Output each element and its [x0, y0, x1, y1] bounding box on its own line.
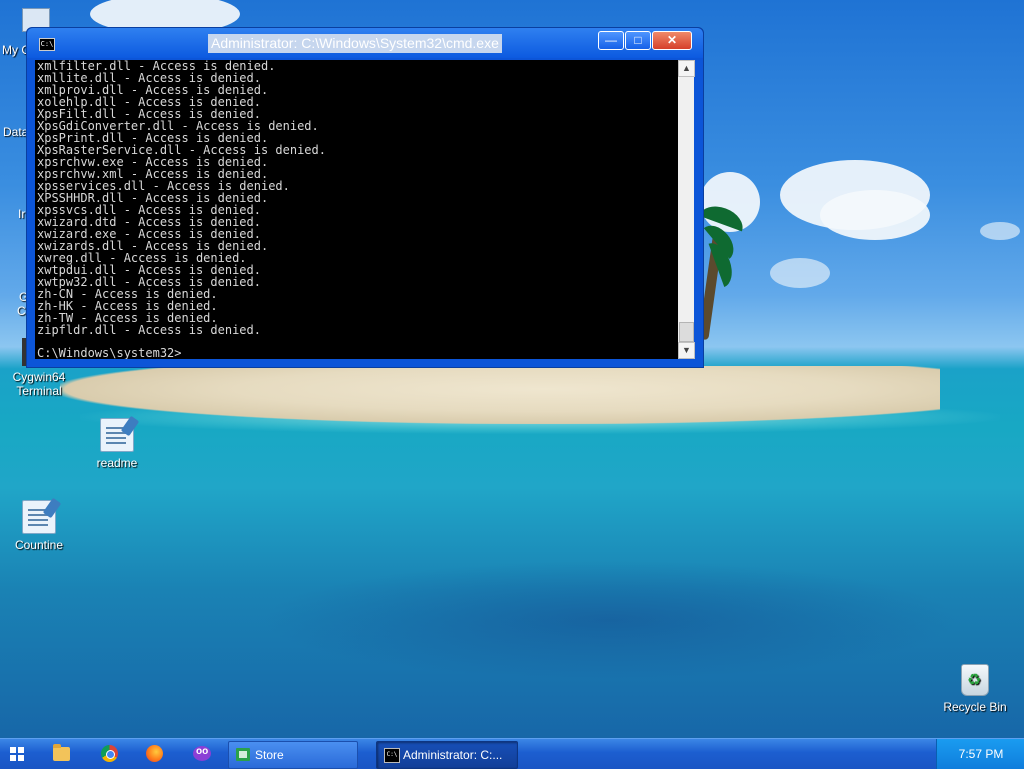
- recycle-bin-icon: [961, 664, 989, 696]
- taskbar-button-label: Store: [255, 748, 284, 762]
- store-icon: [236, 748, 250, 761]
- scroll-thumb[interactable]: [679, 322, 694, 342]
- scroll-down-button[interactable]: ▼: [678, 342, 695, 359]
- desktop-icon-label-partial[interactable]: Ir: [18, 207, 25, 221]
- maximize-button[interactable]: □: [625, 31, 651, 50]
- clock[interactable]: 7:57 PM: [937, 739, 1024, 769]
- desktop-icon-label: readme: [96, 456, 138, 470]
- cmd-icon[interactable]: C:\: [39, 38, 55, 51]
- cloud: [980, 222, 1020, 240]
- desktop-icon-label: Countine: [14, 538, 64, 552]
- console-lines: xmlfilter.dll - Access is denied. xmllite…: [37, 60, 326, 336]
- system-tray: 7:57 PM: [936, 739, 1024, 769]
- cloud: [770, 258, 830, 288]
- console-line: zipfldr.dll - Access is denied.: [37, 323, 261, 337]
- notepad-icon: [22, 500, 56, 534]
- cloud: [820, 190, 930, 240]
- taskbar: Store C:\ Administrator: C:... 7:57 PM: [0, 738, 1024, 769]
- cmd-window[interactable]: C:\ Administrator: C:\Windows\System32\c…: [26, 27, 704, 368]
- chrome-icon[interactable]: [101, 745, 118, 762]
- taskbar-button-store[interactable]: Store: [228, 741, 358, 769]
- reef-shadow: [260, 560, 960, 680]
- taskbar-button-cmd[interactable]: C:\ Administrator: C:...: [376, 741, 518, 769]
- console-output[interactable]: xmlfilter.dll - Access is denied. xmllite…: [35, 60, 678, 359]
- taskbar-button-label: Administrator: C:...: [403, 748, 503, 762]
- mask-app-icon[interactable]: [193, 746, 211, 761]
- command-prompt[interactable]: C:\Windows\system32>: [37, 346, 182, 359]
- cmd-icon: C:\: [384, 748, 400, 763]
- desktop-icon-label: Cygwin64 Terminal: [12, 370, 66, 398]
- scroll-up-button[interactable]: ▲: [678, 60, 695, 77]
- desktop-icon-recycle-bin[interactable]: Recycle Bin: [938, 664, 1012, 714]
- firefox-icon[interactable]: [146, 745, 163, 762]
- window-titlebar[interactable]: C:\ Administrator: C:\Windows\System32\c…: [27, 28, 703, 58]
- start-button[interactable]: [10, 747, 24, 761]
- notepad-icon: [100, 418, 134, 452]
- close-button[interactable]: ✕: [652, 31, 692, 50]
- desktop-icon-readme[interactable]: readme: [80, 418, 154, 470]
- desktop-icon-label-partial[interactable]: C: [17, 304, 26, 318]
- sand-island: [60, 366, 940, 424]
- desktop-icon-label: Recycle Bin: [943, 700, 1007, 714]
- window-title: Administrator: C:\Windows\System32\cmd.e…: [208, 34, 502, 53]
- desktop-icon-countine[interactable]: Countine: [2, 500, 76, 552]
- minimize-button[interactable]: —: [598, 31, 624, 50]
- desktop-icon-label-partial[interactable]: Data: [3, 125, 28, 139]
- vertical-scrollbar[interactable]: ▲ ▼: [678, 60, 695, 359]
- file-explorer-icon[interactable]: [53, 744, 70, 761]
